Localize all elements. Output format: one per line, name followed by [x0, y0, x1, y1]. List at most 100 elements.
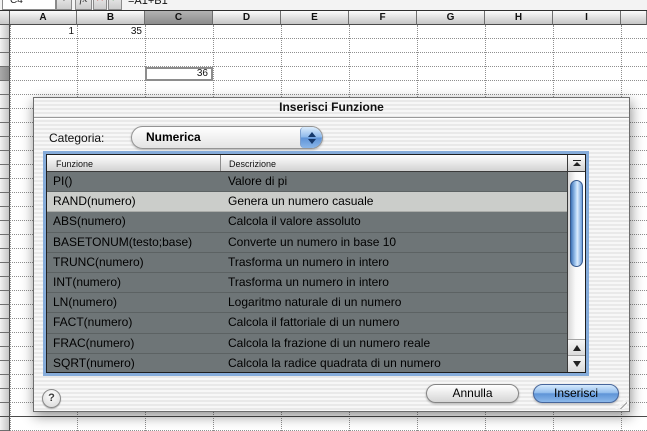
sheet-corner[interactable]	[0, 11, 10, 25]
category-popup[interactable]: Numerica	[131, 126, 323, 149]
function-description: Calcola la frazione di un numero reale	[221, 334, 567, 353]
row-header-5[interactable]	[0, 81, 10, 95]
insert-button[interactable]: Inserisci	[533, 384, 619, 403]
cancel-button[interactable]: Annulla	[426, 384, 519, 403]
insert-function-dialog: Inserisci Funzione Categoria: Numerica F…	[33, 97, 630, 412]
function-list-row[interactable]: BASETONUM(testo;base)Converte un numero …	[47, 233, 567, 253]
row-header-20[interactable]	[0, 291, 10, 305]
function-list-row[interactable]: PI()Valore di pi	[47, 172, 567, 192]
column-header-c[interactable]: C	[145, 11, 213, 25]
row-header-12[interactable]	[0, 179, 10, 193]
row-header-1[interactable]	[0, 25, 10, 39]
column-header-a[interactable]: A	[10, 11, 77, 25]
function-list-header: Funzione Descrizione	[47, 155, 585, 172]
column-header-partial[interactable]	[621, 11, 647, 25]
row-header-6[interactable]	[0, 95, 10, 109]
function-name: BASETONUM(testo;base)	[47, 233, 221, 252]
row-header-4[interactable]	[0, 67, 10, 81]
row-header-26[interactable]	[0, 375, 10, 389]
column-header-h[interactable]: H	[485, 11, 553, 25]
accept-entry-icon[interactable]: ✓	[108, 0, 122, 10]
row-header-28[interactable]	[0, 403, 10, 417]
row-header-9[interactable]	[0, 137, 10, 151]
function-list-row[interactable]: LN(numero)Logaritmo naturale di un numer…	[47, 293, 567, 313]
grid-row-line	[10, 53, 647, 67]
app-window: C4 ▼ fx ✕ ✓ =A1+B1 ABCDEFGHI 135 36 Inser…	[0, 0, 647, 431]
column-header-b[interactable]: B	[77, 11, 145, 25]
grid-column-line	[10, 25, 11, 431]
row-header-29[interactable]	[0, 417, 10, 431]
row-header-27[interactable]	[0, 389, 10, 403]
scroll-down-icon	[573, 361, 581, 367]
function-name: FRAC(numero)	[47, 334, 221, 353]
column-header-funzione[interactable]: Funzione	[47, 155, 221, 171]
function-list-row[interactable]: FRAC(numero)Calcola la frazione di un nu…	[47, 334, 567, 354]
category-label: Categoria:	[49, 131, 104, 145]
cancel-entry-icon[interactable]: ✕	[93, 0, 107, 10]
function-list-row[interactable]: SQRT(numero)Calcola la radice quadrata d…	[47, 354, 567, 372]
function-list-row[interactable]: ABS(numero)Calcola il valore assoluto	[47, 212, 567, 232]
column-header-i[interactable]: I	[553, 11, 621, 25]
column-header-f[interactable]: F	[349, 11, 417, 25]
scroll-up-button[interactable]	[568, 339, 585, 356]
column-header-e[interactable]: E	[281, 11, 349, 25]
row-header-18[interactable]	[0, 263, 10, 277]
row-header-3[interactable]	[0, 53, 10, 67]
scrollbar-thumb[interactable]	[570, 180, 583, 267]
cell-a1[interactable]: 1	[10, 25, 77, 39]
row-header-13[interactable]	[0, 193, 10, 207]
list-scrollbar[interactable]	[567, 172, 585, 372]
arrow-up-icon	[308, 132, 316, 137]
function-list-row[interactable]: RAND(numero)Genera un numero casuale	[47, 192, 567, 212]
row-header-8[interactable]	[0, 123, 10, 137]
function-list[interactable]: PI()Valore di piRAND(numero)Genera un nu…	[47, 172, 567, 372]
column-header-descrizione[interactable]: Descrizione	[221, 155, 567, 171]
column-header-g[interactable]: G	[417, 11, 485, 25]
category-value: Numerica	[146, 127, 201, 148]
formula-input[interactable]: =A1+B1	[128, 0, 168, 10]
function-description: Logaritmo naturale di un numero	[221, 293, 567, 312]
sort-order-button[interactable]	[567, 155, 585, 171]
grid-row-line	[10, 67, 647, 81]
row-header-17[interactable]	[0, 249, 10, 263]
scroll-up-icon	[573, 345, 581, 351]
function-description: Converte un numero in base 10	[221, 233, 567, 252]
selected-cell-c4[interactable]: 36	[145, 67, 213, 81]
row-header-24[interactable]	[0, 347, 10, 361]
cell-reference[interactable]: C4	[2, 0, 56, 10]
help-button[interactable]: ?	[42, 389, 61, 408]
grid-solid-line	[0, 416, 647, 417]
row-header-14[interactable]	[0, 207, 10, 221]
column-header-d[interactable]: D	[213, 11, 281, 25]
formula-bar: C4 ▼ fx ✕ ✓ =A1+B1	[0, 0, 647, 11]
function-list-row[interactable]: TRUNC(numero)Trasforma un numero in inte…	[47, 253, 567, 273]
function-name: LN(numero)	[47, 293, 221, 312]
grid-row-line	[10, 39, 647, 53]
function-list-box: Funzione Descrizione PI()Valore di piRAN…	[46, 154, 586, 373]
row-header-19[interactable]	[0, 277, 10, 291]
cell-b1[interactable]: 35	[77, 25, 145, 39]
function-name: FACT(numero)	[47, 313, 221, 332]
row-header-7[interactable]	[0, 109, 10, 123]
row-header-16[interactable]	[0, 235, 10, 249]
function-name: INT(numero)	[47, 273, 221, 292]
row-header-11[interactable]	[0, 165, 10, 179]
popup-stepper-icon[interactable]	[300, 127, 322, 148]
row-header-21[interactable]	[0, 305, 10, 319]
function-list-row[interactable]: INT(numero)Trasforma un numero in intero	[47, 273, 567, 293]
function-name: PI()	[47, 172, 221, 191]
row-header-25[interactable]	[0, 361, 10, 375]
scroll-down-button[interactable]	[568, 355, 585, 372]
function-list-row[interactable]: FACT(numero)Calcola il fattoriale di un …	[47, 313, 567, 333]
row-header-23[interactable]	[0, 333, 10, 347]
function-description: Trasforma un numero in intero	[221, 273, 567, 292]
row-header-2[interactable]	[0, 39, 10, 53]
fx-function-button[interactable]: fx	[75, 0, 92, 10]
function-description: Calcola il valore assoluto	[221, 212, 567, 231]
function-name: RAND(numero)	[47, 192, 221, 211]
arrow-down-icon	[308, 139, 316, 144]
chevron-down-icon[interactable]: ▼	[56, 0, 72, 10]
row-header-10[interactable]	[0, 151, 10, 165]
row-header-15[interactable]	[0, 221, 10, 235]
row-header-22[interactable]	[0, 319, 10, 333]
